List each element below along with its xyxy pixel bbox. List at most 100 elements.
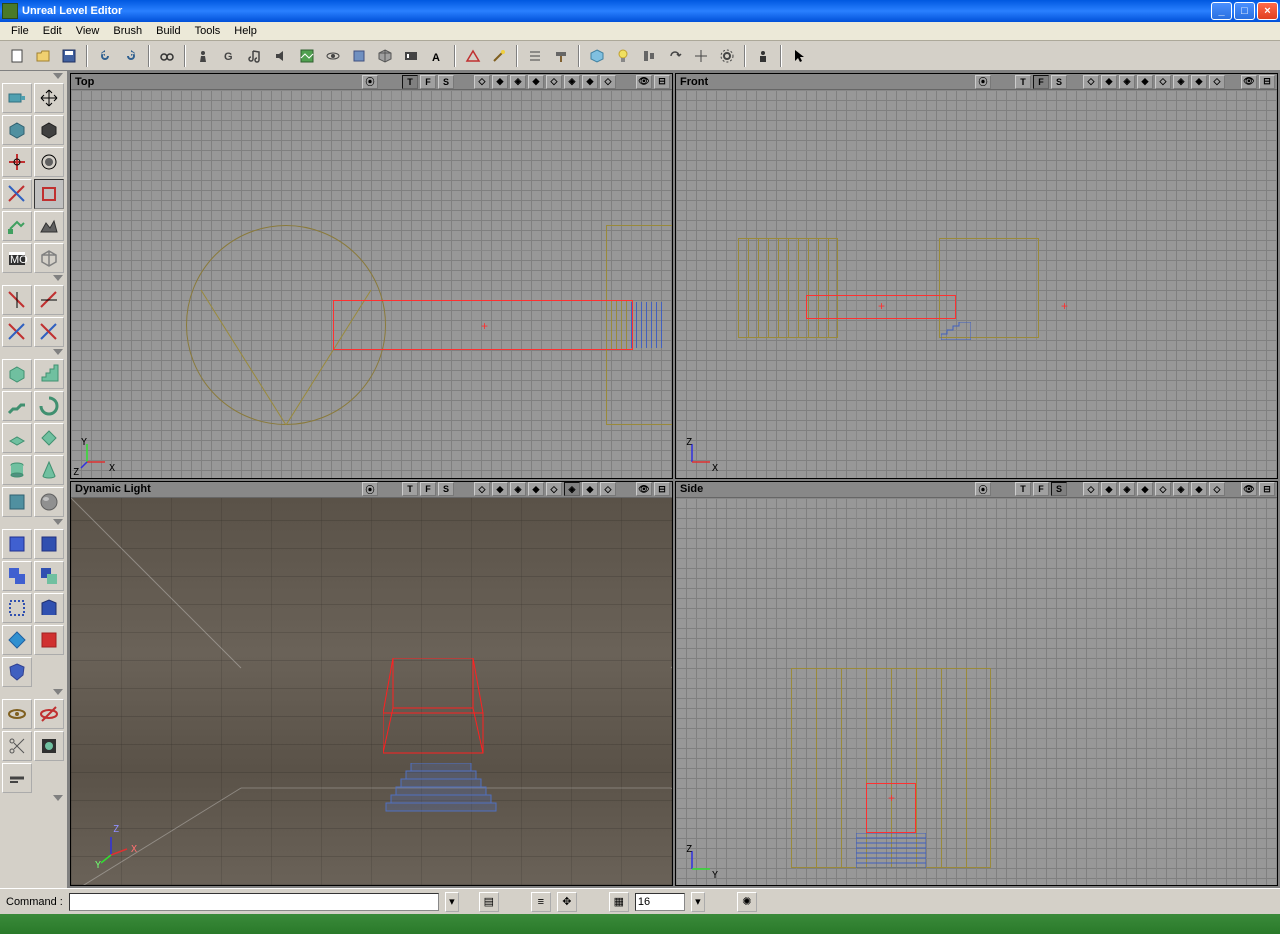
mode-icon-7[interactable]: ◇ <box>1209 75 1225 89</box>
stairs-linear-tool[interactable] <box>2 391 32 421</box>
mode-icon-1[interactable]: ◆ <box>1101 75 1117 89</box>
menu-help[interactable]: Help <box>227 23 264 39</box>
command-dropdown[interactable]: ▾ <box>445 892 459 912</box>
realtime-icon[interactable]: 👁 <box>636 482 652 496</box>
joystick-icon[interactable]: ⦿ <box>362 482 378 496</box>
stairs-spiral-tool[interactable] <box>34 391 64 421</box>
maximize-viewport-button[interactable]: ✺ <box>737 892 757 912</box>
menu-edit[interactable]: Edit <box>36 23 69 39</box>
grid-toggle-button[interactable]: ▦ <box>609 892 629 912</box>
minimize-button[interactable]: _ <box>1211 2 1232 20</box>
mode-icon-3[interactable]: ◆ <box>528 482 544 496</box>
scale-tool[interactable] <box>2 115 32 145</box>
wire-mode-icon[interactable]: ◇ <box>474 75 490 89</box>
grid-size-dropdown[interactable]: ▾ <box>691 892 705 912</box>
undo-button[interactable] <box>93 44 117 68</box>
options-button[interactable] <box>715 44 739 68</box>
toggle-t[interactable]: T <box>402 75 418 89</box>
toolbox-collapse-1[interactable] <box>2 73 65 83</box>
vertex-edit-tool[interactable] <box>34 83 64 113</box>
volumetric-builder-tool[interactable] <box>2 487 32 517</box>
mode-icon-2[interactable]: ◈ <box>510 75 526 89</box>
browser-mesh-button[interactable] <box>321 44 345 68</box>
redo-button[interactable] <box>119 44 143 68</box>
realtime-icon[interactable]: 👁 <box>636 75 652 89</box>
build-geometry-button[interactable] <box>461 44 485 68</box>
mode-icon-7[interactable]: ◇ <box>600 75 616 89</box>
rotate-tool[interactable] <box>34 115 64 145</box>
lock-icon[interactable]: ⊟ <box>1259 482 1275 496</box>
add-antiportal-tool[interactable] <box>2 625 32 655</box>
rotation-grid-button[interactable]: ✥ <box>557 892 577 912</box>
show-select-tool[interactable] <box>2 699 32 729</box>
joystick-icon[interactable]: ⦿ <box>362 75 378 89</box>
snap-button[interactable] <box>689 44 713 68</box>
toggle-t[interactable]: T <box>402 482 418 496</box>
browser-staticmesh-button[interactable] <box>373 44 397 68</box>
toggle-f[interactable]: F <box>420 75 436 89</box>
mode-icon-6[interactable]: ◆ <box>582 482 598 496</box>
show-all-tool[interactable] <box>34 731 64 761</box>
mode-icon-7[interactable]: ◇ <box>1209 482 1225 496</box>
mode-icon-7[interactable]: ◇ <box>600 482 616 496</box>
toolbox-collapse-5[interactable] <box>2 689 65 699</box>
mode-icon-4[interactable]: ◇ <box>546 75 562 89</box>
viewport-front[interactable]: Front ⦿ T F S ◇ ◆ ◈ ◆ ◇ ◈ ◆ ◇ 👁 ⊟ <box>675 73 1278 479</box>
toggle-f[interactable]: F <box>1033 75 1049 89</box>
invert-select-tool[interactable] <box>2 731 32 761</box>
windows-taskbar[interactable] <box>0 914 1280 934</box>
2d-editor-button[interactable]: A <box>425 44 449 68</box>
log-button[interactable]: ▤ <box>479 892 499 912</box>
mode-icon-6[interactable]: ◆ <box>582 75 598 89</box>
mode-icon-5[interactable]: ◈ <box>1173 482 1189 496</box>
matinee-tool[interactable]: MOV <box>2 243 32 273</box>
build-all-button[interactable] <box>549 44 573 68</box>
cylinder-builder-tool[interactable] <box>2 455 32 485</box>
play-button[interactable] <box>585 44 609 68</box>
toggle-t[interactable]: T <box>1015 482 1031 496</box>
mode-icon-2[interactable]: ◈ <box>1119 75 1135 89</box>
toggle-f[interactable]: F <box>420 482 436 496</box>
add-mover-tool[interactable] <box>34 593 64 623</box>
staticmesh-add-tool[interactable] <box>2 657 32 687</box>
mode-icon-4[interactable]: ◇ <box>1155 75 1171 89</box>
mode-icon-3[interactable]: ◆ <box>1137 482 1153 496</box>
drag-grid-button[interactable]: ≡ <box>531 892 551 912</box>
toggle-s[interactable]: S <box>438 75 454 89</box>
mode-icon-5[interactable]: ◈ <box>564 482 580 496</box>
close-button[interactable]: × <box>1257 2 1278 20</box>
toolbox-collapse-4[interactable] <box>2 519 65 529</box>
toggle-s[interactable]: S <box>1051 482 1067 496</box>
browser-sound-button[interactable] <box>269 44 293 68</box>
light-button[interactable] <box>611 44 635 68</box>
browser-music-button[interactable] <box>243 44 267 68</box>
mode-icon-5[interactable]: ◈ <box>564 75 580 89</box>
mode-icon-3[interactable]: ◆ <box>528 75 544 89</box>
hide-select-tool[interactable] <box>34 699 64 729</box>
mode-icon-1[interactable]: ◆ <box>492 75 508 89</box>
toggle-f[interactable]: F <box>1033 482 1049 496</box>
add-brush-tool[interactable] <box>2 529 32 559</box>
viewport-top[interactable]: Top ⦿ T F S ◇ ◆ ◈ ◆ ◇ ◈ ◆ ◇ 👁 ⊟ <box>70 73 673 479</box>
toggle-s[interactable]: S <box>1051 75 1067 89</box>
toggle-s[interactable]: S <box>438 482 454 496</box>
mirror-z-tool[interactable] <box>2 317 32 347</box>
lock-icon[interactable]: ⊟ <box>1259 75 1275 89</box>
realtime-icon[interactable]: 👁 <box>1241 482 1257 496</box>
cube-builder-tool[interactable] <box>2 359 32 389</box>
wire-mode-icon[interactable]: ◇ <box>1083 482 1099 496</box>
joystick-icon[interactable]: ⦿ <box>975 75 991 89</box>
joystick-icon[interactable]: ⦿ <box>975 482 991 496</box>
toggle-t[interactable]: T <box>1015 75 1031 89</box>
new-button[interactable] <box>5 44 29 68</box>
brush-scale-tool[interactable] <box>2 147 32 177</box>
align-button[interactable] <box>637 44 661 68</box>
browser-actor-button[interactable] <box>191 44 215 68</box>
lock-icon[interactable]: ⊟ <box>654 75 670 89</box>
brush-snap-tool[interactable] <box>2 179 32 209</box>
grid-size-combo[interactable] <box>635 893 685 911</box>
wire-mode-icon[interactable]: ◇ <box>474 482 490 496</box>
flip-tool[interactable] <box>34 317 64 347</box>
mirror-y-tool[interactable] <box>34 285 64 315</box>
menu-brush[interactable]: Brush <box>106 23 149 39</box>
